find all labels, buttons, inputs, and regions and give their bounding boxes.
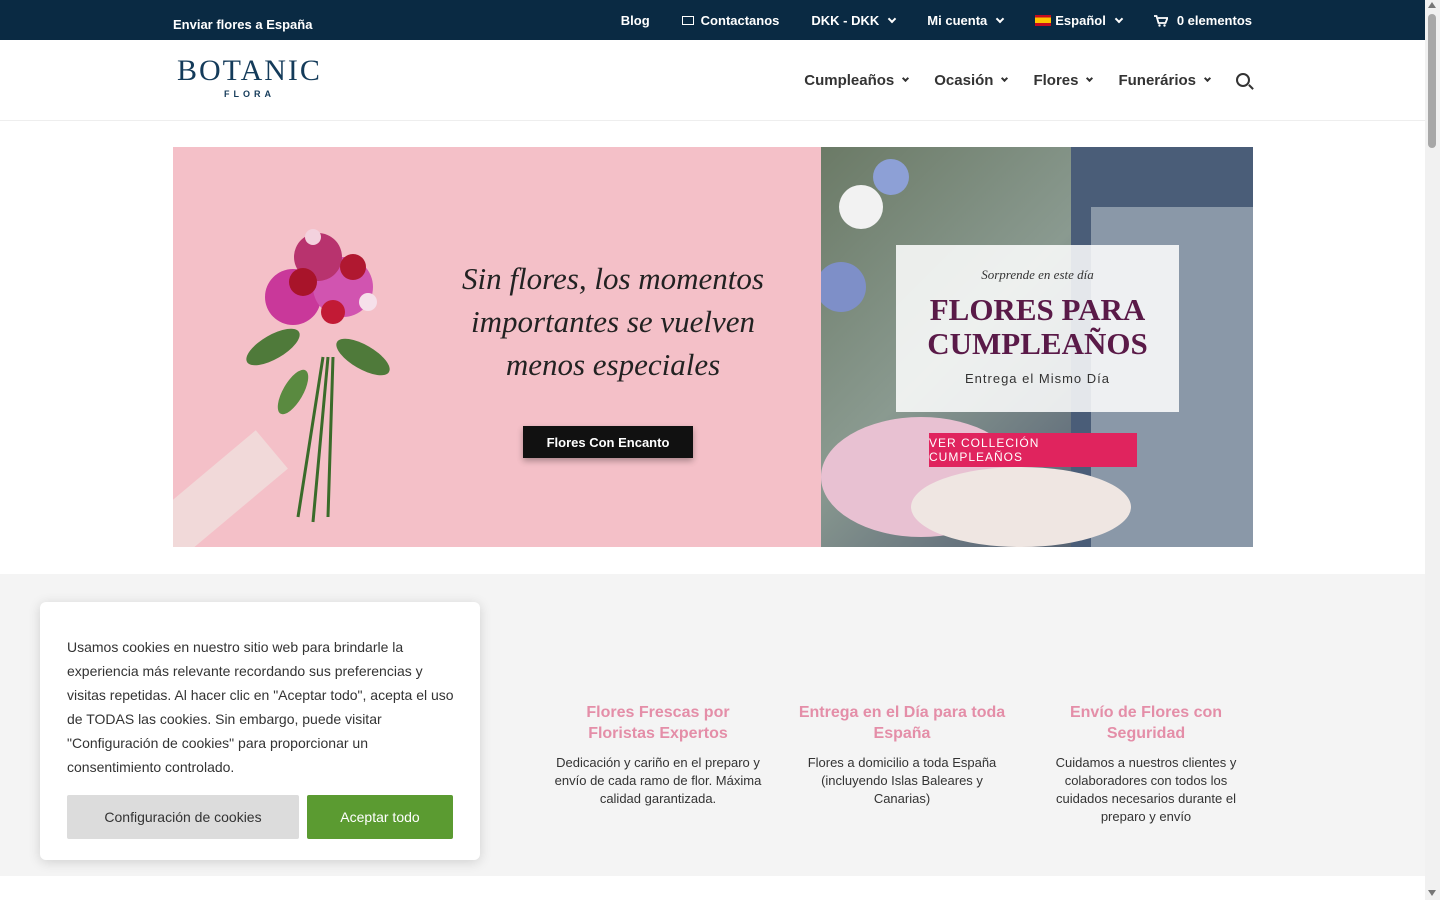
page-scrollbar[interactable]: [1425, 0, 1440, 900]
nav-item-label: Flores: [1033, 72, 1079, 89]
contact-label: Contactanos: [700, 13, 780, 28]
cookie-banner: Usamos cookies en nuestro sitio web para…: [40, 602, 480, 860]
site-logo[interactable]: BOTANIC FLORA: [177, 54, 322, 100]
bouquet-image: [246, 229, 390, 523]
spain-flag-icon: [1035, 15, 1052, 26]
nav-item-label: Ocasión: [934, 72, 994, 89]
nav-item-ocasion[interactable]: Ocasión: [934, 72, 1009, 89]
logo-brand: BOTANIC: [177, 54, 322, 87]
scroll-down-icon[interactable]: [1428, 890, 1436, 896]
accept-all-button[interactable]: Aceptar todo: [307, 795, 453, 839]
nav-item-label: Funerários: [1118, 72, 1196, 89]
feature-text: Dedicación y cariño en el preparo y enví…: [554, 755, 762, 806]
feature-title: Entrega en el Día para toda España: [798, 704, 1006, 742]
scroll-thumb[interactable]: [1428, 14, 1436, 148]
same-day-delivery-text: Entrega el Mismo Día: [965, 371, 1110, 386]
cart-label: 0 elementos: [1176, 13, 1252, 28]
account-label: Mi cuenta: [927, 13, 988, 28]
ship-to-spain-link[interactable]: Enviar flores a España: [173, 17, 312, 32]
chevron-down-icon: [1001, 74, 1009, 83]
flores-con-encanto-button[interactable]: Flores Con Encanto: [523, 426, 693, 458]
feature-title: Flores Frescas por Floristas Expertos: [586, 704, 730, 742]
hero-line-2: importantes se vuelven: [470, 304, 756, 339]
hero-banner-right[interactable]: Sorprende en este día FLORES PARA CUMPLE…: [821, 147, 1253, 547]
birthday-kicker: Sorprende en este día: [981, 267, 1094, 282]
search-icon[interactable]: [1236, 73, 1250, 87]
chevron-down-icon: [1086, 74, 1094, 83]
chevron-down-icon: [888, 14, 897, 23]
cookie-text: Usamos cookies en nuestro sitio web para…: [67, 639, 454, 775]
birthday-title-line-2: CUMPLEAÑOS: [927, 326, 1148, 361]
hero-tagline: Sin flores, los momentos importantes se …: [433, 257, 793, 386]
cookie-settings-button[interactable]: Configuración de cookies: [67, 795, 299, 839]
birthday-title: FLORES PARA CUMPLEAÑOS: [896, 293, 1179, 361]
feature-text: Cuidamos a nuestros clientes y colaborad…: [1055, 755, 1237, 824]
feature-secure-shipping: Envío de Flores con Seguridad Cuidamos a…: [1040, 702, 1252, 826]
main-header: BOTANIC FLORA Cumpleaños Ocasión Flores …: [0, 40, 1425, 121]
language-label: Español: [1055, 13, 1106, 28]
main-nav: Cumpleaños Ocasión Flores Funerários: [778, 72, 1212, 89]
feature-same-day-delivery: Entrega en el Día para toda España Flore…: [796, 702, 1008, 808]
logo-sub: FLORA: [223, 89, 275, 99]
mail-icon: [681, 16, 694, 25]
chevron-down-icon: [1114, 14, 1124, 23]
chevron-down-icon: [996, 14, 1005, 23]
blog-link[interactable]: Blog: [621, 13, 650, 28]
feature-title: Envío de Flores con Seguridad: [1069, 704, 1223, 742]
birthday-collection-button[interactable]: VER COLLECIÓN CUMPLEAÑOS: [929, 433, 1137, 467]
scroll-up-icon[interactable]: [1428, 2, 1436, 8]
hero-banner-left[interactable]: Sin flores, los momentos importantes se …: [173, 147, 821, 547]
currency-selector[interactable]: DKK - DKK: [811, 13, 897, 28]
nav-item-cumpleanos[interactable]: Cumpleaños: [804, 72, 910, 89]
feature-text: Flores a domicilio a toda España (incluy…: [807, 755, 997, 806]
cart-link[interactable]: 0 elementos: [1153, 13, 1252, 28]
top-bar: Enviar flores a España Blog Contactanos …: [0, 0, 1425, 40]
language-selector[interactable]: Español: [1035, 13, 1124, 28]
chevron-down-icon: [1203, 74, 1212, 83]
hero-line-3: menos especiales: [505, 347, 721, 382]
top-bar-links: Blog Contactanos DKK - DKK Mi cuenta Esp…: [621, 13, 1252, 28]
hero-line-1: Sin flores, los momentos: [462, 261, 764, 296]
birthday-title-line-1: FLORES PARA: [929, 292, 1146, 327]
chevron-down-icon: [902, 74, 910, 83]
currency-label: DKK - DKK: [811, 13, 880, 28]
nav-item-label: Cumpleaños: [804, 72, 895, 89]
feature-fresh-flowers: Flores Frescas por Floristas Expertos De…: [552, 702, 764, 808]
nav-item-funerarios[interactable]: Funerários: [1118, 72, 1212, 89]
cart-icon: [1153, 14, 1168, 27]
nav-item-flores[interactable]: Flores: [1033, 72, 1094, 89]
birthday-card: Sorprende en este día FLORES PARA CUMPLE…: [896, 245, 1179, 412]
account-menu[interactable]: Mi cuenta: [927, 13, 1005, 28]
contact-link[interactable]: Contactanos: [681, 13, 780, 28]
